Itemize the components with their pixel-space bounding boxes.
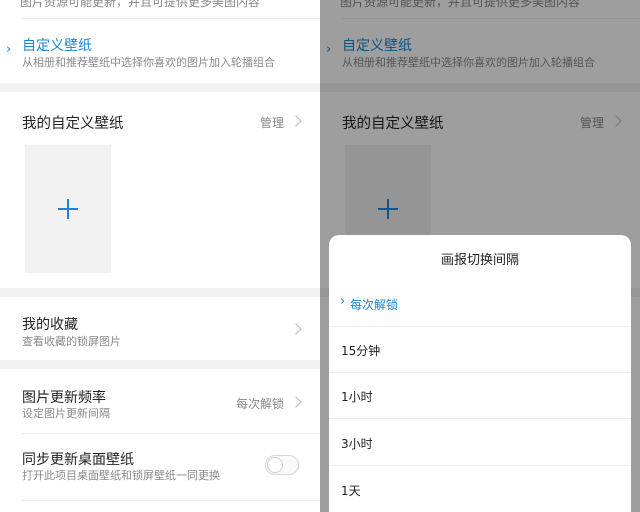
interval-bottom-sheet: 画报切换间隔 › 每次解锁 15分钟 1小时 3小时 1天 xyxy=(329,235,631,512)
section-gap xyxy=(0,83,320,92)
custom-wallpaper-title: 自定义壁纸 xyxy=(22,38,92,54)
section-gap xyxy=(0,288,320,297)
sync-desktop-toggle[interactable] xyxy=(265,455,299,475)
chevron-right-icon xyxy=(290,115,302,127)
interval-option-label: 3小时 xyxy=(341,437,373,451)
interval-option[interactable]: 15分钟 xyxy=(329,327,631,373)
favorites-subtitle: 查看收藏的锁屏图片 xyxy=(22,335,121,348)
interval-option[interactable]: 3小时 xyxy=(329,420,631,466)
interval-option-selected[interactable]: › 每次解锁 xyxy=(329,281,631,327)
update-frequency-subtitle: 设定图片更新间隔 xyxy=(22,407,110,420)
toggle-knob xyxy=(268,458,282,472)
divider xyxy=(22,500,320,501)
interval-option-label: 1小时 xyxy=(341,390,373,404)
custom-wallpaper-row[interactable]: › 自定义壁纸 从相册和推荐壁纸中选择你喜欢的图片加入轮播组合 xyxy=(0,19,320,83)
divider xyxy=(329,465,631,466)
interval-option-label: 每次解锁 xyxy=(350,298,399,312)
top-partial-text: 图片资源可能更新，并且可提供更多美图内容 xyxy=(20,0,261,9)
sync-desktop-title: 同步更新桌面壁纸 xyxy=(22,452,134,468)
interval-option[interactable]: 1小时 xyxy=(329,373,631,419)
interval-option[interactable]: 1天 xyxy=(329,467,631,512)
manage-link[interactable]: 管理 xyxy=(260,114,284,131)
settings-screen: 图片资源可能更新，并且可提供更多美图内容 › 自定义壁纸 从相册和推荐壁纸中选择… xyxy=(0,0,320,512)
caret-right-icon: › xyxy=(6,42,12,57)
interval-option-label: 15分钟 xyxy=(341,344,381,358)
divider xyxy=(329,418,631,419)
sheet-title: 画报切换间隔 xyxy=(440,253,519,268)
update-frequency-title: 图片更新频率 xyxy=(22,390,106,406)
interval-option-label: 1天 xyxy=(341,484,361,498)
my-custom-wallpaper-title: 我的自定义壁纸 xyxy=(22,116,124,132)
sync-desktop-subtitle: 打开此项目桌面壁纸和锁屏壁纸一同更换 xyxy=(22,469,220,482)
plus-icon xyxy=(58,199,78,219)
update-frequency-value: 每次解锁 xyxy=(235,397,284,411)
settings-screen-with-dialog: 图片资源可能更新，并且可提供更多美图内容 › 自定义壁纸 从相册和推荐壁纸中选择… xyxy=(320,0,640,512)
custom-wallpaper-subtitle: 从相册和推荐壁纸中选择你喜欢的图片加入轮播组合 xyxy=(22,56,275,69)
chevron-right-icon xyxy=(290,323,302,335)
caret-right-icon: › xyxy=(340,294,346,309)
add-wallpaper-button[interactable] xyxy=(25,145,111,273)
favorites-row[interactable]: 我的收藏 查看收藏的锁屏图片 xyxy=(0,297,320,360)
section-gap xyxy=(0,360,320,369)
update-frequency-row[interactable]: 图片更新频率 设定图片更新间隔 每次解锁 xyxy=(0,369,320,433)
chevron-right-icon xyxy=(290,396,302,408)
favorites-title: 我的收藏 xyxy=(22,317,78,333)
